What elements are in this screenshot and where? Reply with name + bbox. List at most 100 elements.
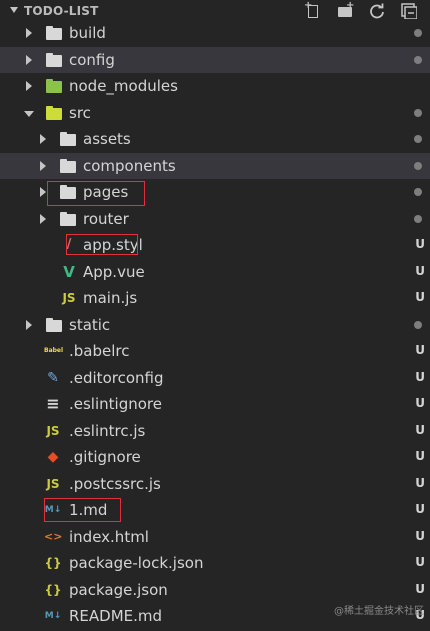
collapse-section-chevron-icon[interactable]	[6, 0, 22, 22]
tree-item-label: components	[83, 156, 176, 175]
chevron-right-icon[interactable]	[24, 47, 34, 73]
git-file-icon: ◆	[47, 449, 59, 465]
javascript-file-icon: JS	[62, 291, 76, 305]
src-folder-icon	[46, 105, 64, 121]
tree-item-label: .eslintrc.js	[69, 421, 146, 440]
json-file-icon: {}	[44, 582, 62, 597]
folder-icon	[60, 131, 78, 147]
git-status-badge: U	[415, 449, 425, 463]
json-file-icon: {}	[44, 556, 62, 570]
tree-item-editorconfig[interactable]: ✎ .editorconfig U	[0, 365, 430, 391]
tree-item-label: main.js	[83, 289, 138, 307]
highlight-box	[44, 498, 121, 522]
git-status-badge: U	[415, 555, 425, 569]
tree-item-label: router	[83, 209, 129, 228]
tree-item-index-html[interactable]: <> index.html U	[0, 524, 430, 550]
babel-file-icon: Babel	[44, 347, 64, 354]
tree-item-label: static	[69, 315, 111, 334]
tree-item-static[interactable]: static	[0, 312, 430, 338]
tree-item-package-lock-json[interactable]: {} package-lock.json U	[0, 550, 430, 576]
node-folder-icon	[46, 78, 64, 94]
tree-item-label: .editorconfig	[69, 368, 164, 387]
chevron-right-icon[interactable]	[24, 73, 34, 99]
chevron-right-icon[interactable]	[24, 20, 34, 46]
git-status-badge: U	[415, 528, 425, 543]
tree-item-label: assets	[83, 130, 131, 148]
watermark: @稀土掘金技术社区	[334, 606, 424, 617]
git-status-dot	[414, 108, 422, 117]
tree-item-node-modules[interactable]: node_modules	[0, 73, 430, 99]
tree-item-main-js[interactable]: JS main.js U	[0, 285, 430, 311]
new-file-icon[interactable]: +	[304, 1, 322, 20]
git-status-badge: U	[415, 263, 425, 278]
chevron-right-icon[interactable]	[38, 153, 48, 179]
git-status-badge: U	[415, 343, 425, 357]
folder-icon	[60, 211, 78, 227]
html-file-icon: <>	[44, 529, 63, 543]
highlight-box	[47, 181, 145, 206]
collapse-all-icon[interactable]	[400, 2, 418, 20]
tree-item-package-json[interactable]: {} package.json U	[0, 577, 430, 603]
git-status-badge: U	[415, 422, 425, 437]
tree-item-app-vue[interactable]: V App.vue U	[0, 259, 430, 285]
new-folder-icon[interactable]: +	[336, 1, 354, 20]
git-status-dot	[414, 55, 422, 64]
tree-item-eslintignore[interactable]: ≡ .eslintignore U	[0, 391, 430, 417]
git-status-dot	[414, 29, 422, 37]
chevron-right-icon[interactable]	[38, 126, 48, 152]
tree-item-build[interactable]: build	[0, 20, 430, 46]
tree-item-label: node_modules	[69, 77, 178, 95]
git-status-badge: U	[415, 475, 425, 490]
tree-item-label: src	[69, 103, 91, 122]
tree-item-assets[interactable]: assets	[0, 126, 430, 152]
tree-item-label: package-lock.json	[69, 554, 204, 572]
tree-item-postcssrc-js[interactable]: JS .postcssrc.js U	[0, 471, 430, 497]
git-status-badge: U	[415, 502, 425, 516]
git-status-dot	[414, 188, 422, 196]
markdown-file-icon: M↓	[44, 611, 62, 621]
vue-file-icon: V	[63, 262, 75, 281]
explorer-header: TODO-LIST + +	[0, 0, 430, 22]
tree-item-gitignore[interactable]: ◆ .gitignore U	[0, 444, 430, 470]
tree-item-eslintrc-js[interactable]: JS .eslintrc.js U	[0, 418, 430, 444]
tree-item-label: .postcssrc.js	[69, 474, 161, 493]
explorer-title: TODO-LIST	[24, 4, 99, 18]
folder-icon	[60, 158, 78, 174]
tree-item-label: README.md	[69, 607, 163, 625]
chevron-right-icon[interactable]	[24, 312, 34, 338]
javascript-file-icon: JS	[46, 423, 60, 438]
git-status-dot	[414, 135, 422, 143]
tree-item-label: App.vue	[83, 262, 145, 281]
tree-item-src[interactable]: src	[0, 100, 430, 126]
refresh-icon[interactable]	[368, 2, 386, 20]
git-status-badge: U	[415, 581, 425, 596]
tree-item-label: package.json	[69, 580, 168, 599]
folder-icon	[46, 317, 64, 333]
chevron-right-icon[interactable]	[38, 206, 48, 232]
git-status-badge: U	[415, 396, 425, 410]
folder-icon	[46, 25, 64, 41]
ignore-file-icon: ≡	[46, 394, 60, 413]
git-status-badge: U	[415, 237, 425, 251]
git-status-dot	[414, 214, 422, 223]
javascript-file-icon: JS	[46, 476, 60, 491]
git-status-dot	[414, 320, 422, 329]
tree-item-router[interactable]: router	[0, 206, 430, 232]
tree-item-babelrc[interactable]: Babel .babelrc U	[0, 338, 430, 364]
tree-item-label: .gitignore	[69, 448, 141, 466]
tree-item-label: index.html	[69, 527, 149, 546]
git-status-badge: U	[415, 290, 425, 304]
tree-item-label: config	[69, 50, 115, 69]
chevron-down-icon[interactable]	[24, 100, 34, 126]
tree-item-config[interactable]: config	[0, 46, 430, 73]
highlight-box	[66, 234, 138, 255]
tree-item-app-styl[interactable]: / app.styl U	[0, 232, 430, 258]
editorconfig-file-icon: ✎	[47, 369, 59, 386]
tree-item-label: build	[69, 24, 106, 42]
git-status-badge: U	[415, 369, 425, 384]
git-status-dot	[414, 161, 422, 170]
tree-item-components[interactable]: components	[0, 152, 430, 179]
folder-icon	[46, 52, 64, 68]
explorer-actions: + +	[304, 1, 430, 20]
tree-item-label: .babelrc	[69, 342, 130, 360]
